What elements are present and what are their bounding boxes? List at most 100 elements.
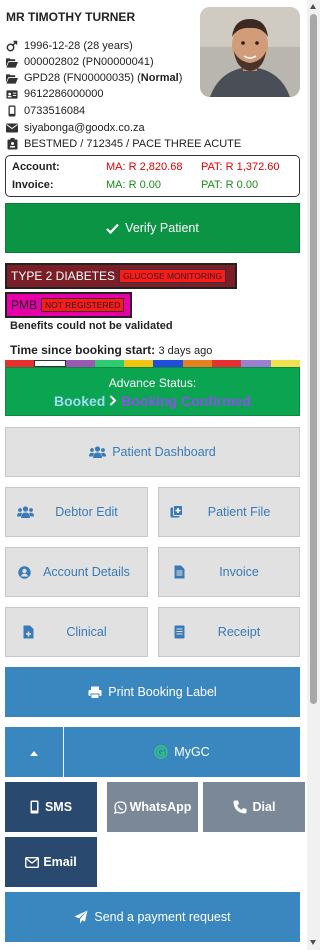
vertical-scrollbar[interactable]: [307, 0, 320, 950]
email-row: siyabonga@goodx.co.za: [6, 121, 145, 135]
patient-dashboard-label: Patient Dashboard: [112, 445, 216, 459]
invoice-label: Invoice:: [12, 179, 54, 191]
male-icon: [6, 40, 18, 52]
whatsapp-label: WhatsApp: [129, 800, 192, 814]
account-details-button[interactable]: Account Details: [5, 547, 148, 597]
receipt-label: Receipt: [217, 625, 261, 639]
clinical-button[interactable]: Clinical: [5, 607, 148, 657]
verify-patient-label: Verify Patient: [125, 221, 199, 235]
mygc-label: MyGC: [174, 745, 210, 759]
print-booking-label-button[interactable]: Print Booking Label: [5, 667, 300, 717]
id-number-text: 9612286000000: [24, 88, 104, 100]
progress-color-bar: [5, 360, 300, 367]
phone-icon: [233, 800, 247, 814]
folder-open-icon: [6, 72, 18, 84]
invoice-ma: MA: R 0.00: [106, 179, 162, 191]
email-text: siyabonga@goodx.co.za: [24, 122, 145, 134]
account-pat: PAT: R 1,372.60: [201, 161, 280, 173]
colorbar-segment-4: [94, 360, 125, 367]
receipt-button[interactable]: Receipt: [158, 607, 300, 657]
colorbar-segment-6: [153, 360, 183, 367]
colorbar-segment-10: [270, 360, 300, 367]
colorbar-segment-8: [212, 360, 242, 367]
gpd-text: GPD28 (FN00000035) (: [24, 72, 141, 84]
collapse-toggle-button[interactable]: [5, 727, 63, 777]
scrollbar-thumb[interactable]: [310, 14, 317, 704]
users-icon: [17, 506, 34, 518]
email-button[interactable]: Email: [5, 837, 97, 887]
mygc-button[interactable]: MyGC: [64, 727, 300, 777]
debtor-edit-button[interactable]: Debtor Edit: [5, 487, 148, 537]
phone-text: 0733516084: [24, 105, 86, 117]
status-to: Booking Confirmed: [121, 393, 251, 409]
benefits-message: Benefits could not be validated: [10, 320, 173, 332]
whatsapp-icon: [113, 800, 127, 814]
colorbar-segment-5: [124, 360, 154, 367]
id-row: 9612286000000: [6, 87, 104, 101]
sms-button[interactable]: SMS: [5, 782, 97, 832]
colorbar-segment-1: [5, 360, 35, 367]
gpd-close: ): [178, 72, 183, 84]
account-ma: MA: R 2,820.68: [106, 161, 183, 173]
receipt-icon: [174, 625, 185, 639]
file-add-icon: [170, 505, 183, 518]
glucose-monitoring-tag: GLUCOSE MONITORING: [119, 269, 227, 283]
medical-aid-text: BESTMED / 712345 / PACE THREE ACUTE: [24, 138, 242, 150]
pmb-tag: PMB NOT REGISTERED: [5, 292, 132, 318]
patient-panel: MR TIMOTHY TURNER 1996-12-28 (28 years) …: [0, 0, 306, 950]
whatsapp-button[interactable]: WhatsApp: [107, 782, 198, 832]
diabetes-label: TYPE 2 DIABETES: [11, 269, 116, 283]
scroll-up-arrow-icon[interactable]: [310, 4, 316, 9]
id-card-icon: [6, 88, 18, 100]
dial-label: Dial: [252, 800, 276, 814]
users-icon: [89, 446, 107, 458]
send-payment-request-button[interactable]: Send a payment request: [5, 892, 300, 942]
account-details-label: Account Details: [43, 565, 130, 579]
caret-up-icon: [30, 745, 38, 759]
colorbar-segment-9: [241, 360, 271, 367]
patient-photo: [200, 7, 300, 97]
booking-time-value: 3 days ago: [158, 345, 213, 357]
mygc-logo-icon: [154, 745, 168, 759]
invoice-button[interactable]: Invoice: [158, 547, 300, 597]
medical-aid-row: BESTMED / 712345 / PACE THREE ACUTE: [6, 137, 241, 151]
printer-icon: [88, 686, 102, 699]
mobile-phone-icon: [30, 800, 39, 814]
dial-button[interactable]: Dial: [203, 782, 305, 832]
finance-summary: Account: MA: R 2,820.68 PAT: R 1,372.60 …: [5, 155, 300, 197]
gpd-row: GPD28 (FN00000035) (Normal): [6, 71, 182, 85]
account-label: Account:: [12, 161, 60, 173]
sms-label: SMS: [44, 800, 73, 814]
colorbar-segment-7: [182, 360, 213, 367]
clinical-label: Clinical: [66, 625, 107, 639]
medical-file-icon: [23, 625, 34, 639]
advance-status-button[interactable]: Advance Status: Booked Booking Confirmed: [5, 367, 300, 416]
dob-row: 1996-12-28 (28 years): [6, 39, 133, 53]
scroll-down-arrow-icon[interactable]: [310, 940, 316, 945]
folder-open-icon: [6, 56, 18, 68]
invoice-icon: [174, 565, 185, 579]
dob-text: 1996-12-28 (28 years): [24, 40, 133, 52]
chevron-right-icon: [109, 393, 121, 409]
user-circle-icon: [18, 566, 31, 579]
diabetes-tag: TYPE 2 DIABETES GLUCOSE MONITORING: [5, 263, 237, 289]
gpd-status: Normal: [140, 72, 179, 84]
verify-patient-button[interactable]: Verify Patient: [5, 203, 300, 253]
advance-status-flow: Booked Booking Confirmed: [6, 393, 299, 409]
pmb-label: PMB: [11, 298, 38, 312]
invoice-label: Invoice: [219, 565, 259, 579]
check-icon: [106, 223, 119, 234]
advance-status-heading: Advance Status:: [108, 376, 197, 390]
patient-file-button[interactable]: Patient File: [158, 487, 300, 537]
patient-dashboard-button[interactable]: Patient Dashboard: [5, 427, 300, 477]
badge-icon: [6, 138, 18, 150]
patient-file-label: Patient File: [207, 505, 271, 519]
envelope-icon: [25, 856, 40, 868]
status-from: Booked: [53, 393, 106, 409]
invoice-pat: PAT: R 0.00: [201, 179, 259, 191]
colorbar-segment-3: [65, 360, 95, 367]
debtor-edit-label: Debtor Edit: [55, 505, 118, 519]
booking-time: Time since booking start: 3 days ago: [10, 343, 212, 357]
not-registered-tag: NOT REGISTERED: [41, 298, 125, 312]
send-payment-request-label: Send a payment request: [94, 910, 231, 924]
